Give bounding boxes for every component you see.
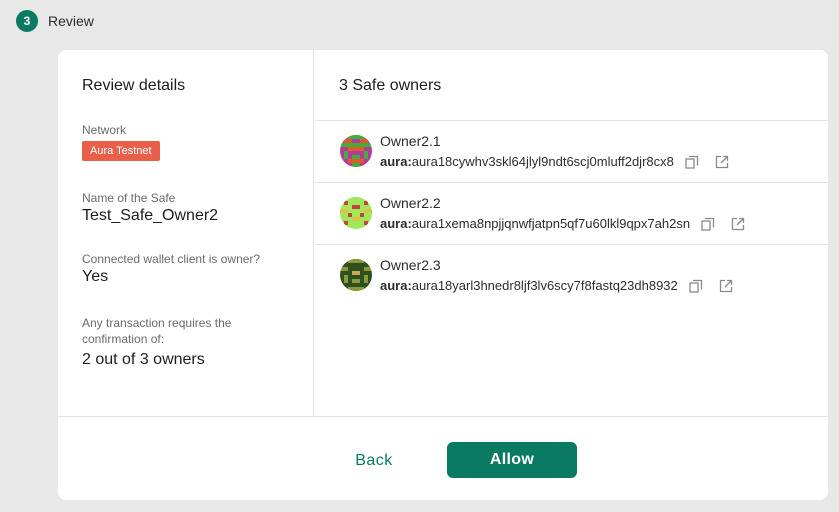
network-badge: Aura Testnet xyxy=(82,141,160,161)
wallet-owner-field: Connected wallet client is owner? Yes xyxy=(82,251,297,286)
copy-icon[interactable] xyxy=(685,155,699,169)
wallet-owner-value: Yes xyxy=(82,268,109,285)
external-link-icon[interactable] xyxy=(719,279,733,293)
address-value: aura18cywhv3skl64jlyl9ndt6scj0mluff2djr8… xyxy=(411,154,674,169)
wallet-owner-label: Connected wallet client is owner? xyxy=(82,252,261,266)
external-link-icon[interactable] xyxy=(731,217,745,231)
threshold-field: Any transaction requires the confirmatio… xyxy=(82,315,267,369)
safe-name-value: Test_Safe_Owner2 xyxy=(82,207,219,224)
safe-owners-panel: 3 Safe owners Owner2.1 aura: aura18cywhv… xyxy=(315,50,828,416)
copy-icon[interactable] xyxy=(701,217,715,231)
address-prefix: aura: xyxy=(380,216,412,231)
step-number: 3 xyxy=(16,10,38,32)
review-footer: Back Allow xyxy=(58,416,828,500)
network-label: Network xyxy=(82,123,127,137)
threshold-value: 2 out of 3 owners xyxy=(82,351,205,368)
address-value: aura18yarl3hnedr8ljf3lv6scy7f8fastq23dh8… xyxy=(411,278,678,293)
threshold-label: Any transaction requires the confirmatio… xyxy=(82,316,232,346)
address-prefix: aura: xyxy=(380,278,412,293)
back-button[interactable]: Back xyxy=(348,447,400,475)
review-details-title: Review details xyxy=(82,77,186,94)
owner-row: Owner2.3 aura: aura18yarl3hnedr8ljf3lv6s… xyxy=(315,245,828,307)
owner-name: Owner2.2 xyxy=(380,195,441,211)
review-details-panel: Review details Network Aura Testnet Name… xyxy=(58,50,314,416)
network-field: Network Aura Testnet xyxy=(82,122,297,161)
step-indicator: 3 Review xyxy=(16,10,94,32)
safe-owners-header: 3 Safe owners xyxy=(315,50,828,121)
address-value: aura1xema8npjjqnwfjatpn5qf7u60lkl9qpx7ah… xyxy=(411,216,691,231)
owner-address: aura: aura18yarl3hnedr8ljf3lv6scy7f8fast… xyxy=(380,278,733,293)
owner-address: aura: aura1xema8npjjqnwfjatpn5qf7u60lkl9… xyxy=(380,216,745,231)
step-label: Review xyxy=(48,13,94,29)
owner-avatar xyxy=(340,259,372,291)
review-card: Review details Network Aura Testnet Name… xyxy=(58,50,828,500)
owner-avatar xyxy=(340,197,372,229)
allow-button[interactable]: Allow xyxy=(447,442,577,478)
owner-row: Owner2.2 aura: aura1xema8npjjqnwfjatpn5q… xyxy=(315,183,828,245)
address-prefix: aura: xyxy=(380,154,412,169)
safe-name-field: Name of the Safe Test_Safe_Owner2 xyxy=(82,190,297,225)
owner-address: aura: aura18cywhv3skl64jlyl9ndt6scj0mluf… xyxy=(380,154,729,169)
external-link-icon[interactable] xyxy=(715,155,729,169)
safe-name-label: Name of the Safe xyxy=(82,191,176,205)
owner-name: Owner2.1 xyxy=(380,133,441,149)
copy-icon[interactable] xyxy=(689,279,703,293)
owner-avatar xyxy=(340,135,372,167)
owner-name: Owner2.3 xyxy=(380,257,441,273)
owner-row: Owner2.1 aura: aura18cywhv3skl64jlyl9ndt… xyxy=(315,121,828,183)
safe-owners-title: 3 Safe owners xyxy=(339,77,442,94)
